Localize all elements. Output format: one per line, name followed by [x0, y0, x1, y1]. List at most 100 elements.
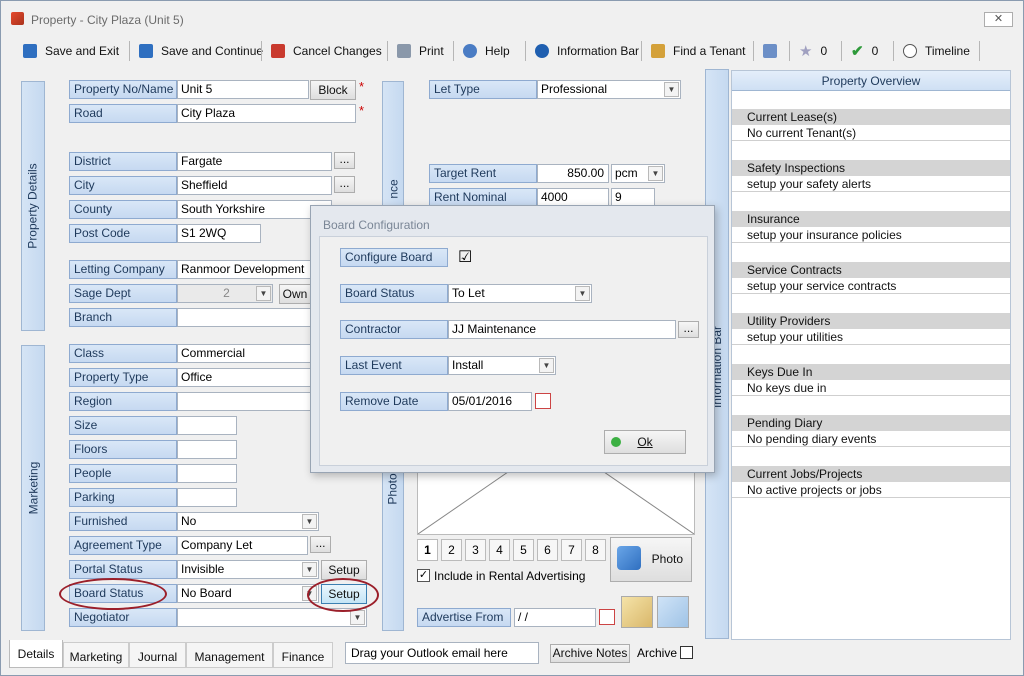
- section-utility-value[interactable]: setup your utilities: [732, 329, 1010, 345]
- section-keys-value[interactable]: No keys due in: [732, 380, 1010, 396]
- calendar-icon[interactable]: [535, 393, 551, 409]
- last-event-select[interactable]: Install ▼: [448, 356, 556, 375]
- contractor-lookup-button[interactable]: ...: [678, 321, 699, 338]
- contractor-input[interactable]: JJ Maintenance: [448, 320, 676, 339]
- target-rent-unit-select[interactable]: pcm ▼: [611, 164, 665, 183]
- document-button[interactable]: [757, 39, 783, 63]
- board-status-select[interactable]: No Board ▼: [177, 584, 319, 603]
- outlook-email-drop-zone[interactable]: Drag your Outlook email here: [345, 642, 539, 664]
- dialog-body: Configure Board ☑ Board Status To Let ▼ C…: [319, 236, 708, 466]
- postcode-input[interactable]: S1 2WQ: [177, 224, 261, 243]
- agreement-type-input[interactable]: Company Let: [177, 536, 308, 555]
- photo-page-8[interactable]: 8: [585, 539, 606, 561]
- archive-notes-button[interactable]: Archive Notes: [550, 644, 630, 663]
- region-select[interactable]: [177, 392, 311, 411]
- property-no-input[interactable]: Unit 5: [177, 80, 309, 99]
- print-button[interactable]: Print: [391, 39, 450, 63]
- photo-page-4[interactable]: 4: [489, 539, 510, 561]
- section-service-contracts: Service Contracts: [732, 262, 1010, 278]
- people-input[interactable]: [177, 464, 237, 483]
- archive-label: Archive: [637, 646, 678, 660]
- cancel-changes-button[interactable]: Cancel Changes: [265, 39, 388, 63]
- tab-finance[interactable]: Finance: [273, 642, 333, 668]
- class-label: Class: [69, 344, 177, 363]
- block-button[interactable]: Block: [310, 80, 356, 100]
- let-type-select[interactable]: Professional ▼: [537, 80, 681, 99]
- road-input[interactable]: City Plaza: [177, 104, 356, 123]
- save-and-continue-button[interactable]: Save and Continue: [133, 39, 269, 63]
- calendar-icon[interactable]: [599, 609, 615, 625]
- photo-page-2[interactable]: 2: [441, 539, 462, 561]
- road-label: Road: [69, 104, 177, 123]
- branch-select[interactable]: [177, 308, 311, 327]
- negotiator-label: Negotiator: [69, 608, 177, 627]
- remove-date-input[interactable]: 05/01/2016: [448, 392, 532, 411]
- county-input[interactable]: South Yorkshire: [177, 200, 332, 219]
- own-button[interactable]: Own: [279, 284, 311, 304]
- section-insurance: Insurance: [732, 211, 1010, 227]
- parking-input[interactable]: [177, 488, 237, 507]
- city-input[interactable]: Sheffield: [177, 176, 332, 195]
- section-jobs-value[interactable]: No active projects or jobs: [732, 482, 1010, 498]
- furnished-select[interactable]: No ▼: [177, 512, 319, 531]
- check-counter-button[interactable]: ✔ 0: [845, 39, 884, 63]
- print-icon: [397, 44, 411, 58]
- chevron-down-icon: ▼: [350, 610, 365, 625]
- photo-page-1[interactable]: 1: [417, 539, 438, 561]
- toolbar: Save and Exit Save and Continue Cancel C…: [9, 37, 1017, 65]
- county-label: County: [69, 200, 177, 219]
- property-type-select[interactable]: Office: [177, 368, 311, 387]
- tab-journal[interactable]: Journal: [129, 642, 186, 668]
- people-label: People: [69, 464, 177, 483]
- section-safety-value[interactable]: setup your safety alerts: [732, 176, 1010, 192]
- advertise-from-input[interactable]: / /: [514, 608, 596, 627]
- district-lookup-button[interactable]: ...: [334, 152, 355, 169]
- archive-checkbox[interactable]: [680, 646, 693, 659]
- district-input[interactable]: Fargate: [177, 152, 332, 171]
- section-insurance-value[interactable]: setup your insurance policies: [732, 227, 1010, 243]
- timeline-button[interactable]: Timeline: [897, 39, 976, 63]
- tab-marketing[interactable]: Marketing: [63, 642, 129, 668]
- agreement-lookup-button[interactable]: ...: [310, 536, 331, 553]
- target-rent-input[interactable]: 850.00: [537, 164, 609, 183]
- find-tenant-button[interactable]: Find a Tenant: [645, 39, 752, 63]
- photo-page-7[interactable]: 7: [561, 539, 582, 561]
- street-map-icon[interactable]: [657, 596, 689, 628]
- section-current-lease-value[interactable]: No current Tenant(s): [732, 125, 1010, 141]
- letting-company-select[interactable]: Ranmoor Development: [177, 260, 311, 279]
- map-pin-icon[interactable]: [621, 596, 653, 628]
- photo-page-5[interactable]: 5: [513, 539, 534, 561]
- tab-marketing-side[interactable]: Marketing: [21, 345, 45, 631]
- class-select[interactable]: Commercial: [177, 344, 311, 363]
- chevron-down-icon: ▼: [664, 82, 679, 97]
- furnished-label: Furnished: [69, 512, 177, 531]
- photo-page-6[interactable]: 6: [537, 539, 558, 561]
- tab-details[interactable]: Details: [9, 640, 63, 668]
- close-button[interactable]: ✕: [984, 12, 1013, 27]
- portal-setup-button[interactable]: Setup: [321, 560, 367, 580]
- size-input[interactable]: [177, 416, 237, 435]
- information-bar-button[interactable]: Information Bar: [529, 39, 645, 63]
- photo-preview: [417, 471, 695, 535]
- sage-dept-select[interactable]: 2 ▼: [177, 284, 273, 303]
- photo-page-3[interactable]: 3: [465, 539, 486, 561]
- dialog-board-status-select[interactable]: To Let ▼: [448, 284, 592, 303]
- star-counter-button[interactable]: ★ 0: [793, 39, 833, 63]
- save-and-exit-button[interactable]: Save and Exit: [17, 39, 125, 63]
- include-rental-label: Include in Rental Advertising: [434, 569, 586, 583]
- floors-input[interactable]: [177, 440, 237, 459]
- include-rental-checkbox[interactable]: ✓: [417, 569, 430, 582]
- configure-board-checkbox[interactable]: ☑: [458, 247, 472, 267]
- ok-button[interactable]: Ok: [604, 430, 686, 454]
- help-button[interactable]: Help: [457, 39, 516, 63]
- section-service-contracts-value[interactable]: setup your service contracts: [732, 278, 1010, 294]
- advertise-from-label: Advertise From: [417, 608, 511, 627]
- tab-property-details[interactable]: Property Details: [21, 81, 45, 331]
- city-lookup-button[interactable]: ...: [334, 176, 355, 193]
- let-type-label: Let Type: [429, 80, 537, 99]
- add-photo-button[interactable]: Photo: [610, 537, 692, 582]
- portal-status-select[interactable]: Invisible ▼: [177, 560, 319, 579]
- tab-management[interactable]: Management: [186, 642, 273, 668]
- info-icon: [535, 44, 549, 58]
- section-diary-value[interactable]: No pending diary events: [732, 431, 1010, 447]
